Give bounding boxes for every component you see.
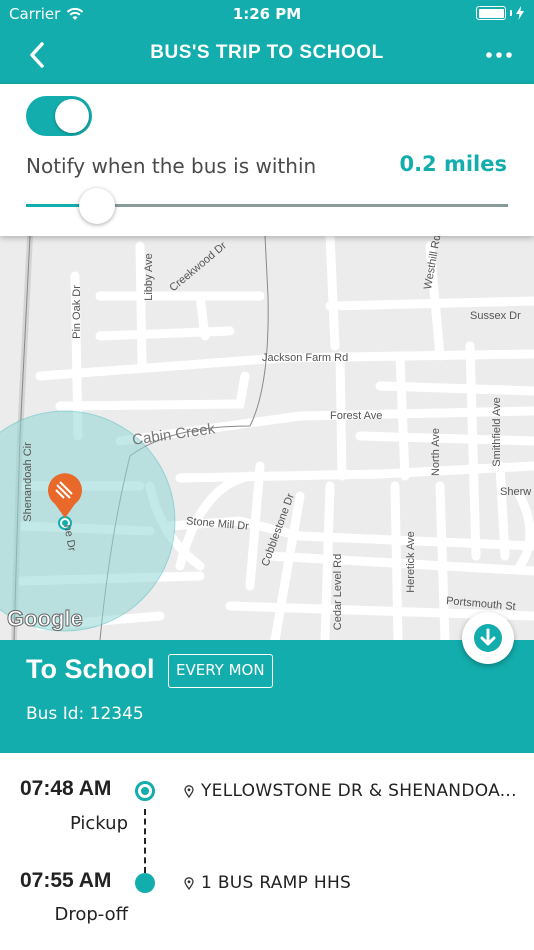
schedule-badge: EVERY MON: [168, 654, 273, 688]
collapse-panel-button[interactable]: [462, 612, 514, 664]
dropoff-address[interactable]: 1 BUS RAMP HHS: [184, 873, 351, 893]
notify-label: Notify when the bus is within: [26, 154, 317, 178]
dropoff-address-text: 1 BUS RAMP HHS: [201, 873, 352, 893]
route-connector: [144, 809, 146, 873]
dropoff-time: 07:55 AM: [20, 869, 112, 892]
map-view[interactable]: Libby Ave Creekwood Dr Westhill Rd Pin O…: [0, 236, 534, 640]
battery-indicator: [476, 6, 524, 20]
pickup-time: 07:48 AM: [20, 777, 112, 800]
pickup-address-text: YELLOWSTONE DR & SHENANDOA...: [201, 781, 517, 801]
street-label-pin-oak-dr: Pin Oak Dr: [70, 285, 83, 339]
street-label-sherw: Sherw: [500, 486, 532, 498]
street-label-north-ave: North Ave: [430, 427, 443, 477]
pickup-dot: [135, 781, 155, 801]
street-label-heretick-ave: Heretick Ave: [404, 531, 417, 593]
street-label-sussex-dr: Sussex Dr: [470, 310, 521, 322]
distance-slider[interactable]: [26, 188, 508, 230]
toggle-knob: [55, 99, 89, 133]
notify-settings-card: Notify when the bus is within 0.2 miles: [0, 84, 534, 236]
dropoff-dot: [135, 873, 155, 893]
trip-title: To School: [26, 654, 155, 684]
pickup-address[interactable]: YELLOWSTONE DR & SHENANDOA...: [184, 781, 517, 801]
street-label-jackson-farm-rd: Jackson Farm Rd: [262, 352, 349, 364]
google-logo: Google: [7, 606, 84, 632]
location-pin-icon: [184, 876, 194, 890]
battery-icon: [476, 6, 506, 20]
street-label-shenandoah-cir: Shenandoah Cir: [21, 442, 34, 522]
bus-id: Bus Id: 12345: [26, 704, 144, 724]
notify-toggle[interactable]: [26, 96, 92, 136]
more-dots-icon: [486, 52, 512, 58]
status-bar: Carrier 1:26 PM: [0, 0, 534, 28]
navigation-bar: BUS'S TRIP TO SCHOOL: [0, 28, 534, 84]
stop-schedule: 07:48 AM Pickup YELLOWSTONE DR & SHENAND…: [0, 753, 534, 950]
notify-distance-value: 0.2 miles: [399, 152, 507, 176]
trip-info-panel: To School EVERY MON Bus Id: 12345: [0, 640, 534, 753]
page-title: BUS'S TRIP TO SCHOOL: [150, 42, 384, 63]
clock: 1:26 PM: [232, 5, 302, 23]
location-pin-icon: [184, 784, 194, 798]
street-label-forest-ave: Forest Ave: [330, 410, 383, 422]
pickup-label: Pickup: [69, 813, 128, 834]
more-options-button[interactable]: [482, 38, 516, 72]
street-label-smithfield-ave: Smithfield Ave: [490, 397, 503, 467]
charging-bolt-icon: [516, 6, 524, 20]
street-label-libby-ave: Libby Ave: [142, 253, 155, 301]
arrow-down-icon: [474, 624, 502, 652]
street-label-cedar-level-rd: Cedar Level Rd: [332, 553, 345, 631]
slider-handle[interactable]: [79, 188, 116, 224]
dropoff-label: Drop-off: [54, 904, 128, 925]
